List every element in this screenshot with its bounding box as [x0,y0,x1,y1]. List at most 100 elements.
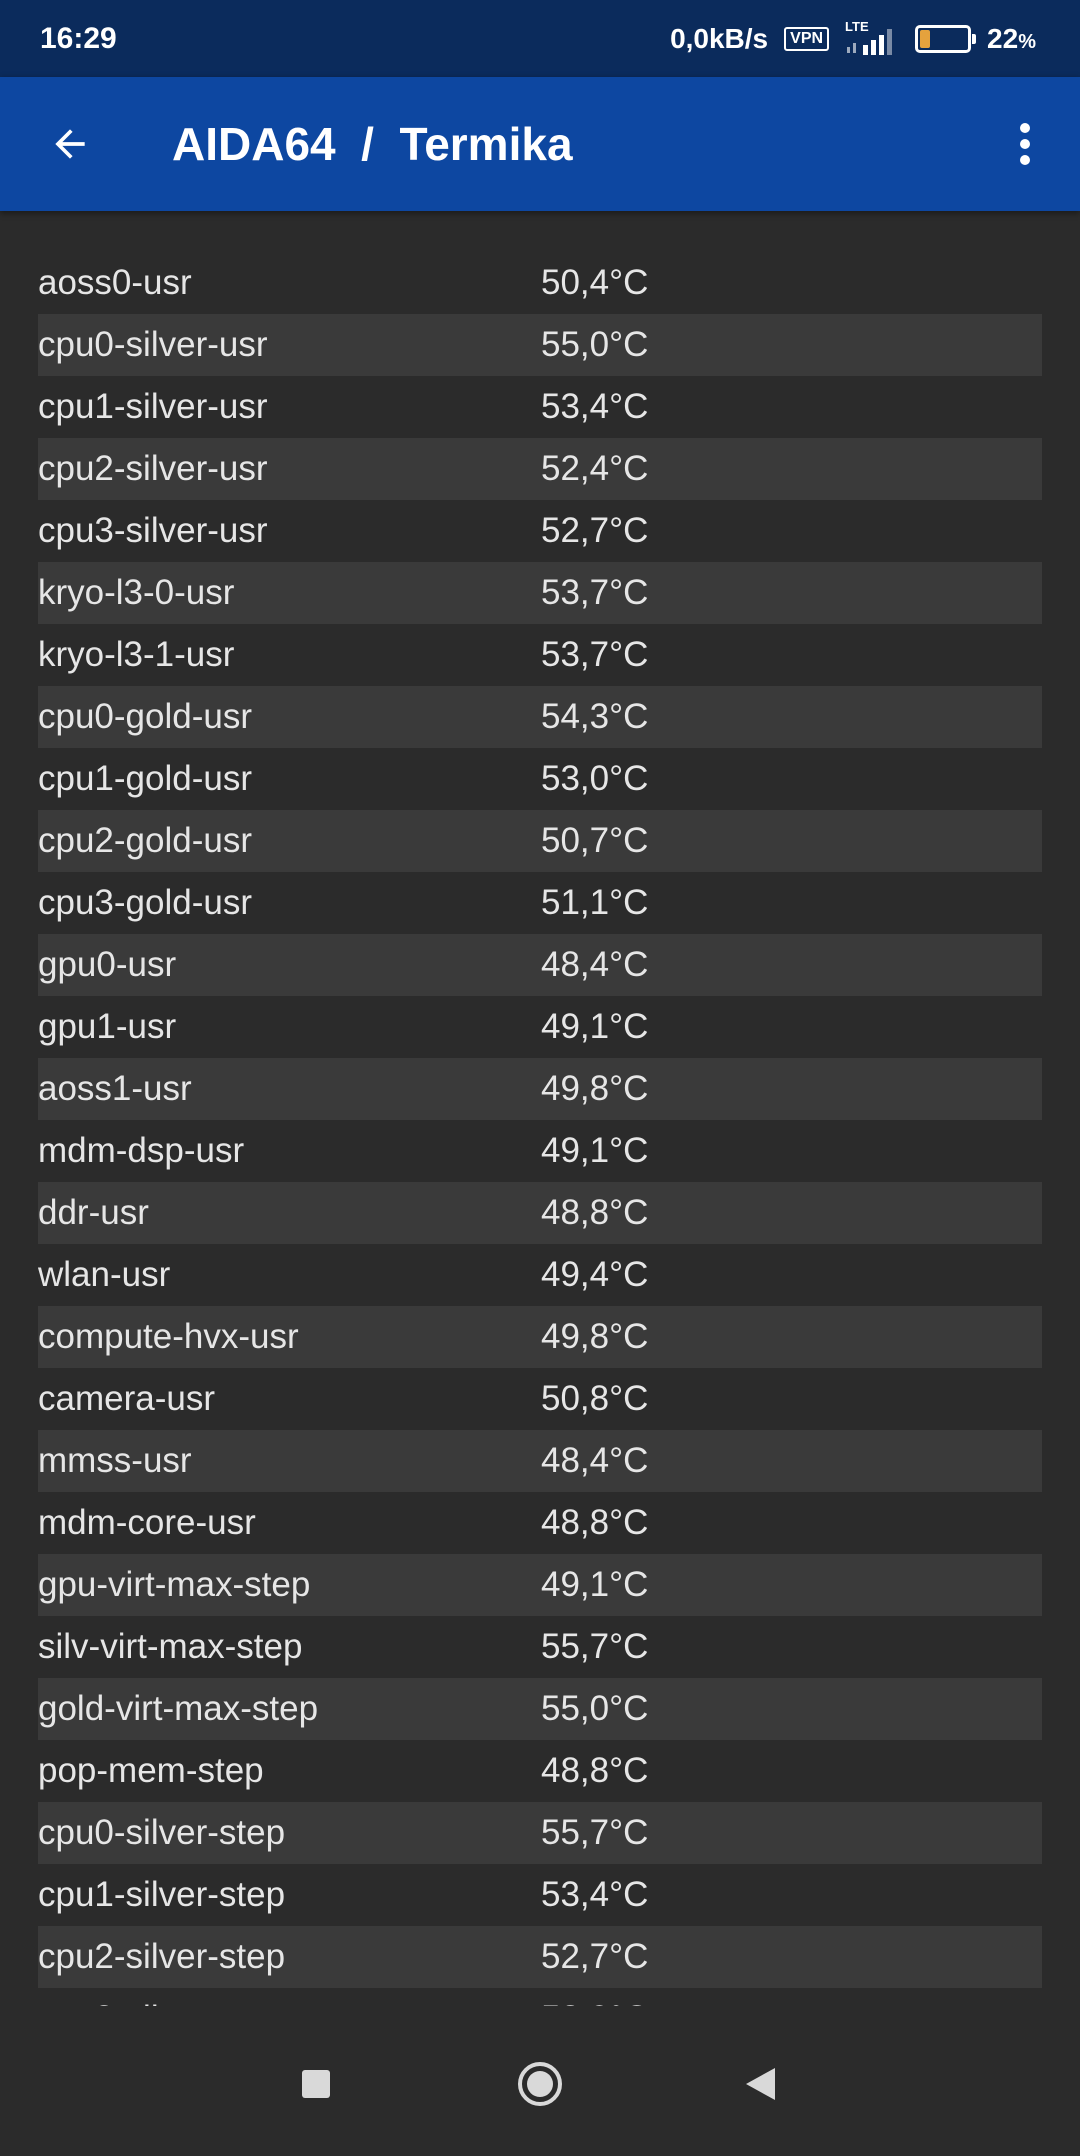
vpn-icon: VPN [784,27,830,51]
sensor-value: 48,8°C [541,1751,649,1790]
sensor-value: 49,1°C [541,1565,649,1604]
sensor-name: cpu3-silver-step [38,1999,541,2006]
sensor-name: gpu1-usr [38,1007,177,1046]
sensor-name: wlan-usr [38,1255,171,1294]
sensor-name: pop-mem-step [38,1751,264,1790]
sensor-name: cpu1-gold-usr [38,759,252,798]
back-button[interactable] [30,104,110,184]
status-bar: 16:29 0,0kB/s VPN LTE 22% [0,0,1080,77]
sensor-row[interactable]: aoss1-usr 49,8°C [38,1058,1042,1120]
sensor-name: cpu2-silver-usr [38,449,268,488]
system-back-button[interactable] [720,2044,800,2124]
sensor-name: mdm-core-usr [38,1503,256,1542]
battery-percent-unit: % [1018,31,1036,53]
sensor-value: 52,7°C [541,1937,649,1976]
app-bar: AIDA64 / Termika [0,77,1080,211]
sensor-name: silv-virt-max-step [38,1627,303,1666]
navigation-bar [0,2006,1080,2156]
sensor-name: cpu2-gold-usr [38,821,252,860]
sensor-value: 55,0°C [541,1689,649,1728]
sensor-value: 53,4°C [541,1875,649,1914]
signal-icon: LTE [845,19,899,57]
sensor-value: 52,0°C [541,1999,648,2006]
home-button[interactable] [500,2044,580,2124]
sensor-name: gpu-virt-max-step [38,1565,311,1604]
sensor-row[interactable]: mdm-dsp-usr 49,1°C [38,1120,1042,1182]
sensor-row[interactable]: gpu1-usr 49,1°C [38,996,1042,1058]
sensor-value: 48,8°C [541,1503,649,1542]
square-recents-icon [302,2070,330,2098]
sensor-row[interactable]: gold-virt-max-step 55,0°C [38,1678,1042,1740]
sensor-value: 48,8°C [541,1193,649,1232]
sensor-value: 50,7°C [541,821,649,860]
sensor-row[interactable]: pop-mem-step 48,8°C [38,1740,1042,1802]
sensor-value: 54,3°C [541,697,649,736]
sensor-name: cpu3-silver-usr [38,511,268,550]
triangle-back-icon [746,2068,775,2100]
sensor-row[interactable]: gpu0-usr 48,4°C [38,934,1042,996]
sensor-name: gold-virt-max-step [38,1689,319,1728]
sensor-value: 55,0°C [541,325,649,364]
sensor-value: 55,7°C [541,1813,649,1852]
sensor-row[interactable]: cpu0-silver-usr 55,0°C [38,314,1042,376]
sensor-name: cpu0-gold-usr [38,697,252,736]
sensor-row[interactable]: gpu-virt-max-step 49,1°C [38,1554,1042,1616]
sensor-list[interactable]: aoss0-usr 50,4°C cpu0-silver-usr 55,0°C cpu1… [38,252,1042,2006]
sensor-row[interactable]: camera-usr 50,8°C [38,1368,1042,1430]
network-speed: 0,0kB/s [670,23,769,54]
sensor-row[interactable]: compute-hvx-usr 49,8°C [38,1306,1042,1368]
sensor-row[interactable]: cpu0-gold-usr 54,3°C [38,686,1042,748]
sensor-row[interactable]: cpu3-silver-usr 52,7°C [38,500,1042,562]
sensor-value: 53,0°C [541,759,649,798]
sensor-row[interactable]: silv-virt-max-step 55,7°C [38,1616,1042,1678]
recents-button[interactable] [276,2044,356,2124]
sensor-row[interactable]: aoss0-usr 50,4°C [38,252,1042,314]
sensor-row[interactable]: wlan-usr 49,4°C [38,1244,1042,1306]
sensor-row[interactable]: cpu0-silver-step 55,7°C [38,1802,1042,1864]
sensor-value: 49,1°C [541,1131,649,1170]
overflow-menu-button[interactable] [990,104,1060,184]
sensor-name: cpu1-silver-step [38,1875,286,1914]
battery-percent: 22% [987,23,1036,55]
sensor-name: camera-usr [38,1379,215,1418]
sensor-row[interactable]: cpu1-silver-step 53,4°C [38,1864,1042,1926]
sensor-row[interactable]: cpu2-silver-usr 52,4°C [38,438,1042,500]
sensor-value: 48,4°C [541,945,649,984]
sensor-value: 51,1°C [541,883,649,922]
sensor-value: 48,4°C [541,1441,649,1480]
sensor-value: 50,8°C [541,1379,649,1418]
sensor-row[interactable]: kryo-l3-1-usr 53,7°C [38,624,1042,686]
sensor-value: 53,4°C [541,387,649,426]
sensor-name: aoss1-usr [38,1069,192,1108]
sensor-name: kryo-l3-0-usr [38,573,235,612]
sensor-row[interactable]: kryo-l3-0-usr 53,7°C [38,562,1042,624]
sensor-name: mmss-usr [38,1441,192,1480]
sensor-name: mdm-dsp-usr [38,1131,245,1170]
sensor-row[interactable]: cpu3-gold-usr 51,1°C [38,872,1042,934]
sensor-row[interactable]: cpu1-gold-usr 53,0°C [38,748,1042,810]
sensor-name: gpu0-usr [38,945,177,984]
circle-home-icon [518,2062,562,2106]
sensor-value: 52,4°C [541,449,649,488]
sensor-value: 55,7°C [541,1627,649,1666]
sensor-value: 49,1°C [541,1007,649,1046]
sensor-row[interactable]: mdm-core-usr 48,8°C [38,1492,1042,1554]
battery-level-fill [920,30,931,48]
sensor-value: 50,4°C [541,263,649,302]
sensor-row[interactable]: cpu3-silver-step52,0°C [38,1988,1042,2006]
sensor-row[interactable]: mmss-usr 48,4°C [38,1430,1042,1492]
sensor-name: cpu3-gold-usr [38,883,252,922]
sensor-row[interactable]: cpu1-silver-usr 53,4°C [38,376,1042,438]
sensor-value: 49,8°C [541,1317,649,1356]
sensor-row[interactable]: cpu2-gold-usr 50,7°C [38,810,1042,872]
sensor-name: aoss0-usr [38,263,192,302]
battery-icon [915,25,977,53]
more-vert-icon [1020,123,1030,165]
sensor-name: cpu1-silver-usr [38,387,268,426]
sensor-row[interactable]: ddr-usr 48,8°C [38,1182,1042,1244]
sensor-name: compute-hvx-usr [38,1317,299,1356]
status-time: 16:29 [40,22,117,55]
sensor-value: 49,4°C [541,1255,649,1294]
sensor-name: kryo-l3-1-usr [38,635,235,674]
sensor-row[interactable]: cpu2-silver-step 52,7°C [38,1926,1042,1988]
